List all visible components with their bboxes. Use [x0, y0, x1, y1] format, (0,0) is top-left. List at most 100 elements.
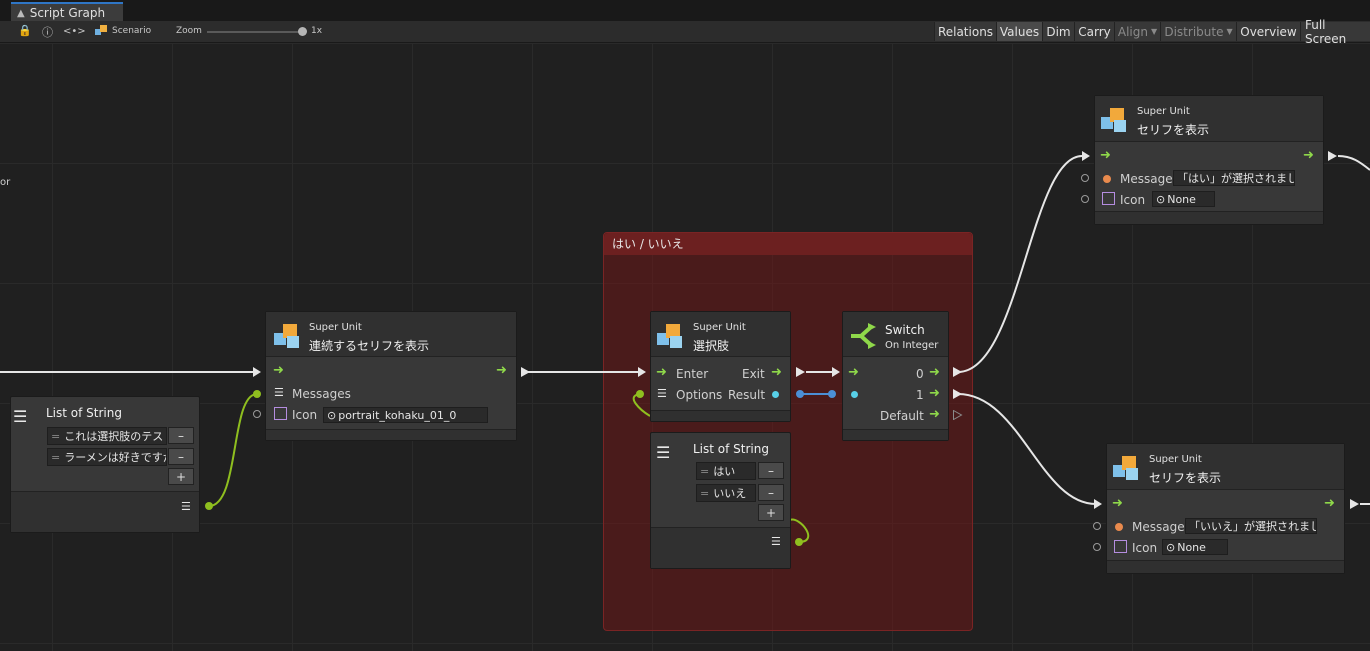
- wire-endpoint: [253, 390, 261, 398]
- sprite-icon: [1102, 192, 1115, 205]
- selector-input-port[interactable]: [851, 391, 858, 398]
- message-port-dot: [1103, 175, 1111, 183]
- wire-list-to-messages: [208, 393, 258, 507]
- list-output-icon[interactable]: ☰: [771, 535, 781, 548]
- case-0-output-port[interactable]: [953, 367, 963, 377]
- control-input-icon[interactable]: ➜: [848, 365, 859, 380]
- add-item-button[interactable]: +: [168, 468, 194, 485]
- message-field[interactable]: 「はい」が選択されました: [1173, 170, 1295, 186]
- exit-label: Exit: [742, 367, 765, 381]
- node-list-of-string-mid[interactable]: ☰ List of String = はい – = いいえ – + ☰: [650, 432, 791, 569]
- remove-item-button[interactable]: –: [758, 484, 784, 501]
- list-item-field[interactable]: = これは選択肢のテス: [47, 427, 167, 445]
- icon-input-port[interactable]: [253, 410, 261, 418]
- message-label: Message: [1120, 172, 1173, 186]
- remove-item-button[interactable]: –: [168, 448, 194, 465]
- node-list-of-string-left[interactable]: ☰ List of String = これは選択肢のテス – = ラーメンは好き…: [10, 396, 200, 533]
- remove-item-button[interactable]: –: [758, 462, 784, 479]
- message-label: Message: [1132, 520, 1185, 534]
- exit-port-icon[interactable]: ➜: [771, 365, 782, 380]
- wire-endpoint: [795, 538, 803, 546]
- drag-handle-icon[interactable]: =: [51, 430, 60, 443]
- list-output-icon[interactable]: ☰: [181, 500, 191, 513]
- message-port-dot: [1115, 523, 1123, 531]
- control-output-port[interactable]: [1350, 499, 1360, 509]
- icon-value: None: [1177, 540, 1206, 554]
- super-unit-icon: [657, 324, 682, 348]
- sprite-small-icon: ⊙: [327, 408, 337, 422]
- case-1-output-port[interactable]: [953, 389, 963, 399]
- control-input-icon[interactable]: ➜: [1112, 496, 1123, 511]
- node-title: List of String: [46, 406, 122, 420]
- node-super-unit-choice[interactable]: Super Unit 選択肢 ➜ Enter Exit ➜ ☰ Options …: [650, 311, 791, 422]
- remove-item-button[interactable]: –: [168, 427, 194, 444]
- wire-arrow-head: [638, 367, 646, 377]
- node-super-unit-no[interactable]: Super Unit セリフを表示 ➜ ➜ Message 「いいえ」が選択され…: [1106, 443, 1345, 574]
- drag-handle-icon[interactable]: =: [700, 487, 709, 500]
- list-icon: ☰: [657, 387, 667, 400]
- default-label: Default: [880, 409, 924, 423]
- control-output-icon[interactable]: ➜: [1303, 148, 1314, 163]
- icon-value: portrait_kohaku_01_0: [338, 408, 457, 422]
- wire-arrow-head: [832, 367, 840, 377]
- case-1-label: 1: [916, 388, 924, 402]
- wire-arrow-head: [1094, 499, 1102, 509]
- icon-object-field[interactable]: ⊙ None: [1162, 539, 1228, 555]
- sprite-icon: [1114, 540, 1127, 553]
- node-super-unit-messages[interactable]: Super Unit 連続するセリフを表示 ➜ ➜ ☰ Messages Ico…: [265, 311, 517, 441]
- control-output-icon[interactable]: ➜: [1324, 496, 1335, 511]
- enter-port-icon[interactable]: ➜: [656, 365, 667, 380]
- super-unit-icon: [1101, 108, 1126, 132]
- icon-object-field[interactable]: ⊙ None: [1152, 191, 1215, 207]
- wire-endpoint: [828, 390, 836, 398]
- icon-object-field[interactable]: ⊙ portrait_kohaku_01_0: [323, 407, 488, 423]
- super-unit-icon: [1113, 456, 1138, 480]
- result-output-port[interactable]: [772, 391, 779, 398]
- list-item-field[interactable]: = はい: [696, 462, 756, 480]
- list-item-field[interactable]: = ラーメンは好きですか: [47, 448, 167, 466]
- list-icon: ☰: [274, 386, 284, 399]
- control-input-icon[interactable]: ➜: [273, 363, 284, 378]
- wire-endpoint: [796, 390, 804, 398]
- message-input-port[interactable]: [1093, 522, 1101, 530]
- options-label: Options: [676, 388, 723, 402]
- default-port-icon[interactable]: ➜: [929, 407, 940, 422]
- message-input-port[interactable]: [1081, 174, 1089, 182]
- node-title: 連続するセリフを表示: [309, 339, 430, 353]
- control-output-port[interactable]: [1328, 151, 1338, 161]
- result-label: Result: [728, 388, 766, 402]
- icon-input-port[interactable]: [1081, 195, 1089, 203]
- drag-handle-icon[interactable]: =: [51, 451, 60, 464]
- list-item-value: これは選択肢のテス: [64, 430, 164, 443]
- messages-label: Messages: [292, 387, 351, 401]
- control-output-icon[interactable]: ➜: [496, 363, 507, 378]
- wire-arrow-head: [1082, 151, 1090, 161]
- case-0-port-icon[interactable]: ➜: [929, 365, 940, 380]
- icon-input-port[interactable]: [1093, 543, 1101, 551]
- node-kind: Super Unit: [1137, 106, 1190, 117]
- list-item-field[interactable]: = いいえ: [696, 484, 756, 502]
- list-item-value: ラーメンは好きですか: [64, 451, 167, 464]
- list-icon: ☰: [13, 407, 28, 426]
- node-title: 選択肢: [693, 339, 730, 353]
- node-super-unit-yes[interactable]: Super Unit セリフを表示 ➜ ➜ Message 「はい」が選択されま…: [1094, 95, 1324, 225]
- control-output-port[interactable]: [521, 367, 531, 377]
- case-1-port-icon[interactable]: ➜: [929, 386, 940, 401]
- drag-handle-icon[interactable]: =: [700, 465, 709, 478]
- node-kind: Super Unit: [309, 322, 362, 333]
- add-item-button[interactable]: +: [758, 504, 784, 521]
- exit-output-port[interactable]: [796, 367, 806, 377]
- node-switch-on-integer[interactable]: Switch On Integer ➜ 0 ➜ 1 ➜ Default ➜: [842, 311, 949, 441]
- case-0-label: 0: [916, 367, 924, 381]
- message-field[interactable]: 「いいえ」が選択されました: [1185, 518, 1317, 534]
- list-icon: ☰: [656, 443, 671, 462]
- wire-endpoint: [205, 502, 213, 510]
- node-subtitle: On Integer: [885, 340, 939, 351]
- node-title: セリフを表示: [1137, 123, 1210, 137]
- sprite-icon: [274, 407, 287, 420]
- icon-label: Icon: [292, 408, 318, 422]
- control-input-icon[interactable]: ➜: [1100, 148, 1111, 163]
- node-title: List of String: [693, 442, 769, 456]
- icon-label: Icon: [1120, 193, 1146, 207]
- default-output-port[interactable]: [953, 410, 963, 420]
